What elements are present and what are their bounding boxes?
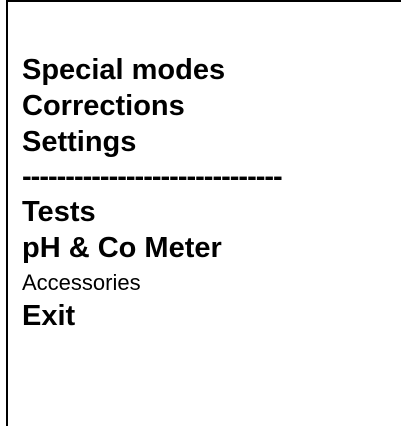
menu-separator: ------------------------------ [22,161,283,193]
device-menu-screen: Special modes Corrections Settings -----… [0,0,401,426]
menu-item-special-modes[interactable]: Special modes [22,52,401,88]
main-menu: Special modes Corrections Settings -----… [22,52,401,334]
menu-item-exit[interactable]: Exit [22,298,401,334]
screen-top-border [6,0,401,2]
menu-item-settings[interactable]: Settings [22,124,401,160]
menu-item-corrections[interactable]: Corrections [22,88,401,124]
menu-item-ph-co-meter[interactable]: pH & Co Meter [22,230,401,266]
menu-item-tests[interactable]: Tests [22,194,401,230]
menu-item-accessories[interactable]: Accessories [22,268,401,298]
screen-left-border [6,0,8,426]
